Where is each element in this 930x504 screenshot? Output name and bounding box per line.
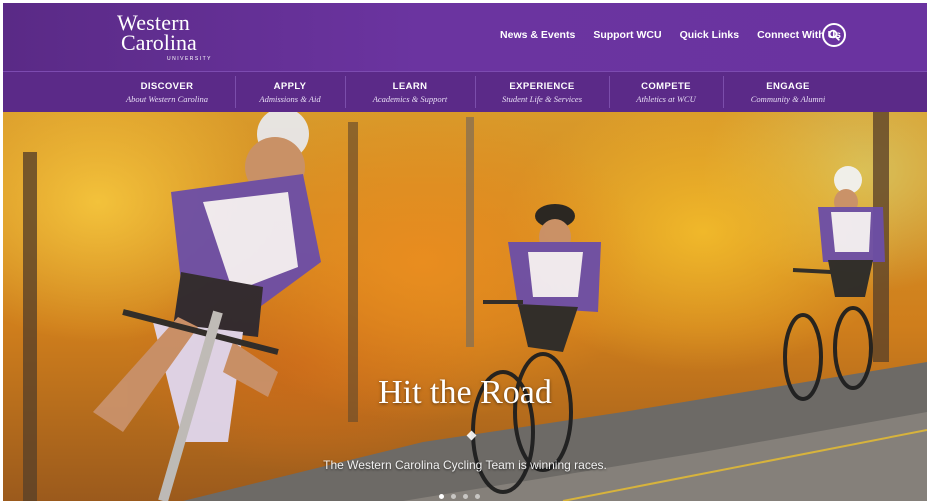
utility-link-news-events[interactable]: News & Events (500, 29, 575, 41)
nav-item-title: APPLY (273, 81, 307, 92)
utility-nav: News & Events Support WCU Quick Links Co… (482, 29, 841, 41)
nav-item-subtitle: Academics & Support (372, 94, 448, 104)
page-frame: Western Carolina UNIVERSITY News & Event… (3, 3, 927, 501)
nav-item-title: EXPERIENCE (509, 81, 575, 92)
logo-line-university: UNIVERSITY (167, 56, 213, 62)
university-logo[interactable]: Western Carolina UNIVERSITY (95, 9, 225, 67)
nav-item-subtitle: Athletics at WCU (636, 94, 696, 104)
nav-item-compete[interactable]: COMPETE Athletics at WCU (610, 72, 722, 112)
search-icon (828, 29, 840, 41)
hero-banner[interactable]: Hit the Road The Western Carolina Cyclin… (3, 112, 927, 501)
utility-link-quick-links[interactable]: Quick Links (680, 29, 740, 41)
hero-background-image (3, 112, 927, 501)
nav-item-subtitle: Student Life & Services (501, 94, 583, 104)
logo-line-carolina: Carolina (121, 30, 197, 55)
nav-item-experience[interactable]: EXPERIENCE Student Life & Services (476, 72, 608, 112)
site-header: Western Carolina UNIVERSITY News & Event… (3, 3, 927, 71)
nav-item-learn[interactable]: LEARN Academics & Support (346, 72, 474, 112)
cyclist-3 (783, 166, 885, 401)
nav-item-subtitle: Admissions & Aid (259, 94, 321, 104)
nav-item-discover[interactable]: DISCOVER About Western Carolina (100, 72, 234, 112)
search-button[interactable] (822, 23, 846, 47)
carousel-dot-1[interactable] (439, 494, 444, 499)
nav-item-engage[interactable]: ENGAGE Community & Alumni (724, 72, 852, 112)
carousel-dot-3[interactable] (463, 494, 468, 499)
hero-subtitle: The Western Carolina Cycling Team is win… (323, 458, 607, 472)
nav-item-title: ENGAGE (766, 81, 810, 92)
nav-item-subtitle: About Western Carolina (125, 94, 208, 104)
nav-item-subtitle: Community & Alumni (750, 94, 826, 104)
hero-title: Hit the Road (378, 374, 552, 411)
nav-item-title: COMPETE (641, 81, 691, 92)
carousel-dot-4[interactable] (475, 494, 480, 499)
nav-item-apply[interactable]: APPLY Admissions & Aid (236, 72, 344, 112)
utility-link-support-wcu[interactable]: Support WCU (593, 29, 661, 41)
nav-item-title: LEARN (392, 81, 428, 92)
carousel-dot-2[interactable] (451, 494, 456, 499)
nav-item-title: DISCOVER (140, 81, 194, 92)
cyclist-1 (93, 112, 321, 501)
main-nav: DISCOVER About Western Carolina APPLY Ad… (3, 71, 927, 112)
carousel-dots (439, 494, 480, 499)
